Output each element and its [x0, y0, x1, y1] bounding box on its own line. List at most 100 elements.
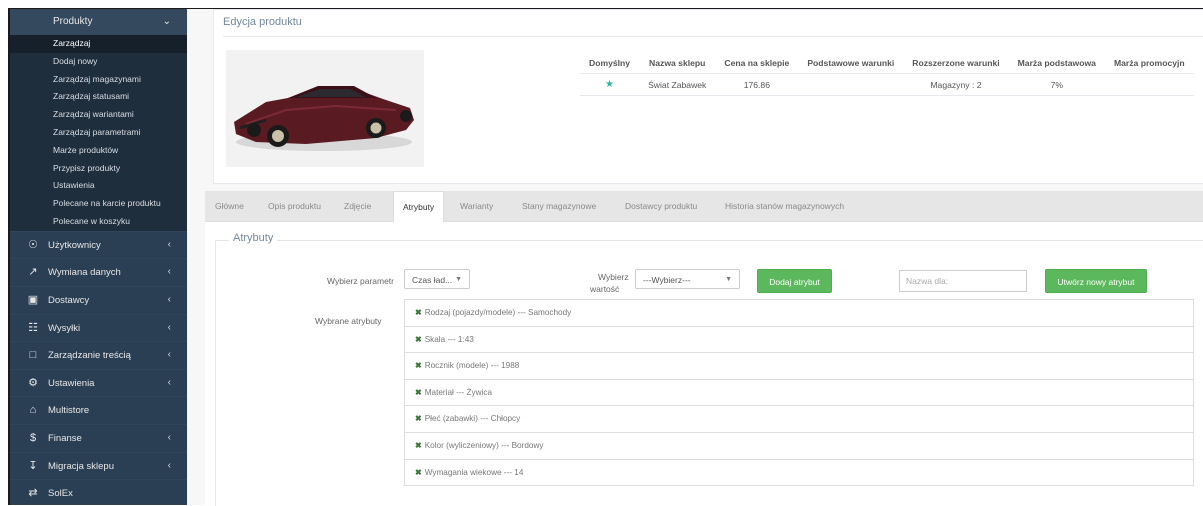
column-header: Nazwa sklepu	[639, 53, 716, 74]
list-item: ✖ Rocznik (modele) --- 1988	[405, 353, 1193, 380]
sidebar-subitem-warianty[interactable]: Zarządzaj wariantami	[10, 106, 187, 124]
remove-icon[interactable]: ✖	[415, 335, 422, 344]
tab-stany-magazynowe[interactable]: Stany magazynowe	[522, 191, 596, 221]
selected-attributes-list: ✖ Rodzaj (pojazdy/modele) --- Samochody ✖…	[404, 299, 1194, 487]
sidebar-section-label: Produkty	[53, 16, 93, 27]
shuffle-icon: ⇄	[28, 487, 38, 500]
sidebar-item-label: SolEx	[48, 488, 73, 500]
remove-icon[interactable]: ✖	[415, 308, 422, 317]
attribute-text: Kolor (wyliczeniowy) --- Bordowy	[424, 440, 544, 450]
remove-icon[interactable]: ✖	[415, 361, 422, 370]
price-cell: 176.86	[715, 73, 799, 96]
value-label-line1: Wybierz	[598, 272, 629, 282]
sidebar-item-ustawienia[interactable]: ⚙ Ustawienia ‹	[10, 369, 187, 397]
external-link-icon: ↗	[28, 266, 38, 279]
star-icon: ★	[605, 79, 615, 90]
chevron-left-icon: ‹	[167, 321, 171, 333]
attribute-name-input[interactable]: Nazwa dla:	[899, 270, 1027, 292]
sidebar-item-label: Wymiana danych	[48, 267, 121, 279]
sidebar-item-finanse[interactable]: $ Finanse ‹	[10, 424, 187, 452]
selected-attributes-label: Wybrane atrybuty	[315, 316, 382, 326]
sidebar-subitem-dodaj-nowy[interactable]: Dodaj nowy	[10, 53, 187, 71]
sidebar-item-label: Migracja sklepu	[48, 460, 114, 472]
tab-historia-stanow[interactable]: Historia stanów magazynowych	[725, 191, 844, 221]
chevron-left-icon: ‹	[167, 349, 171, 361]
page-title: Edycja produktu	[223, 16, 302, 28]
chevron-left-icon: ‹	[167, 459, 171, 471]
table-row: ★ Świat Zabawek 176.86 Magazyny : 2 7%	[580, 73, 1194, 96]
gear-icon: ⚙	[28, 376, 38, 389]
sidebar-item-dostawcy[interactable]: ▣ Dostawcy ‹	[10, 286, 187, 314]
promo-margin-cell	[1104, 73, 1194, 96]
column-header: Rozszerzone warunki	[903, 53, 1009, 74]
sidebar-subitem-polecane-koszyk[interactable]: Polecane w koszyku	[10, 213, 187, 231]
sidebar-item-migracja[interactable]: ↧ Migracja sklepu ‹	[10, 452, 187, 480]
attribute-text: Wymagania wiekowe --- 14	[424, 467, 524, 477]
user-icon: ☉	[28, 238, 38, 251]
sidebar-subitem-zarzadzaj[interactable]: Zarządzaj	[10, 35, 187, 53]
remove-icon[interactable]: ✖	[415, 388, 422, 397]
product-panel: Edycja produktu Domyślny Nazwa sklepu Ce…	[213, 9, 1203, 184]
tab-zdjecie[interactable]: Zdjęcie	[344, 191, 371, 221]
shops-table: Domyślny Nazwa sklepu Cena na sklepie Po…	[580, 53, 1194, 96]
margin-cell: 7%	[1008, 73, 1105, 96]
sidebar-submenu: Zarządzaj Dodaj nowy Zarządzaj magazynam…	[10, 35, 187, 231]
sidebar-subitem-przypisz[interactable]: Przypisz produkty	[10, 160, 187, 178]
param-select[interactable]: Czas ład... ▼	[404, 269, 470, 289]
sidebar-item-wymiana-danych[interactable]: ↗ Wymiana danych ‹	[10, 258, 187, 286]
sidebar-section-produkty[interactable]: Produkty ⌄	[10, 9, 187, 35]
tab-warianty[interactable]: Warianty	[460, 191, 493, 221]
add-attribute-button[interactable]: Dodaj atrybut	[757, 269, 832, 293]
chevron-down-icon: ▼	[725, 276, 732, 283]
sidebar: Produkty ⌄ Zarządzaj Dodaj nowy Zarządza…	[10, 9, 187, 505]
attribute-text: Rocznik (modele) --- 1988	[424, 361, 520, 371]
tab-glowne[interactable]: Główne	[215, 191, 244, 221]
value-label-line2: wartość	[590, 284, 620, 294]
column-header: Podstawowe warunki	[798, 53, 904, 74]
sidebar-item-multistore[interactable]: ⌂ Multistore	[10, 396, 187, 424]
home-icon: ⌂	[29, 404, 37, 417]
table-header-row: Domyślny Nazwa sklepu Cena na sklepie Po…	[580, 53, 1194, 74]
sidebar-item-solex[interactable]: ⇄ SolEx	[10, 479, 187, 505]
tab-atrybuty[interactable]: Atrybuty	[393, 191, 445, 222]
sidebar-item-label: Multistore	[48, 405, 90, 417]
tab-dostawcy-produktu[interactable]: Dostawcy produktu	[625, 191, 697, 221]
comment-icon: □	[29, 349, 37, 362]
chevron-left-icon: ‹	[167, 238, 171, 250]
sidebar-item-uzytkownicy[interactable]: ☉ Użytkownicy ‹	[10, 231, 187, 259]
sidebar-item-label: Użytkownicy	[48, 239, 101, 251]
sidebar-subitem-polecane-karta[interactable]: Polecane na karcie produktu	[10, 195, 187, 213]
attributes-legend: Atrybuty	[229, 232, 278, 244]
chevron-left-icon: ‹	[167, 293, 171, 305]
column-header: Marża promocyjn	[1104, 53, 1194, 74]
sidebar-item-label: Zarządzanie treścią	[48, 350, 131, 362]
attribute-text: Rodzaj (pojazdy/modele) --- Samochody	[424, 308, 572, 317]
sidebar-subitem-marze[interactable]: Marże produktów	[10, 142, 187, 160]
sidebar-item-tresci[interactable]: □ Zarządzanie treścią ‹	[10, 341, 187, 369]
attribute-text: Płeć (zabawki) --- Chłopcy	[424, 414, 521, 424]
remove-icon[interactable]: ✖	[415, 468, 422, 477]
value-select[interactable]: ---Wybierz--- ▼	[635, 269, 740, 289]
sidebar-subitem-parametry[interactable]: Zarządzaj parametrami	[10, 124, 187, 142]
main-content: Edycja produktu Domyślny Nazwa sklepu Ce…	[187, 9, 1203, 506]
dollar-icon: $	[29, 431, 37, 444]
param-label: Wybierz parametr	[327, 276, 394, 286]
chevron-left-icon: ‹	[167, 376, 171, 388]
value-select-value: ---Wybierz---	[643, 275, 691, 285]
sidebar-item-label: Wysyłki	[48, 322, 81, 334]
sidebar-subitem-statusy[interactable]: Zarządzaj statusami	[10, 88, 187, 106]
param-select-value: Czas ład...	[412, 275, 453, 285]
sidebar-item-wysylki[interactable]: ☷ Wysyłki ‹	[10, 314, 187, 342]
remove-icon[interactable]: ✖	[415, 414, 422, 423]
remove-icon[interactable]: ✖	[415, 441, 422, 450]
create-attribute-button[interactable]: Utwórz nowy atrybut	[1045, 269, 1147, 293]
sidebar-menu: ☉ Użytkownicy ‹ ↗ Wymiana danych ‹ ▣ Dostawcy…	[10, 231, 187, 505]
list-item: ✖ Płeć (zabawki) --- Chłopcy	[405, 406, 1193, 433]
sidebar-subitem-ustawienia[interactable]: Ustawienia	[10, 177, 187, 195]
tab-opis-produktu[interactable]: Opis produktu	[268, 191, 321, 221]
title-divider	[223, 36, 1203, 37]
list-item: ✖ Materiał --- Żywica	[405, 380, 1193, 407]
sidebar-subitem-magazyny[interactable]: Zarządzaj magazynami	[10, 71, 187, 89]
column-header: Cena na sklepie	[715, 53, 799, 74]
basic-terms-cell	[798, 73, 904, 96]
